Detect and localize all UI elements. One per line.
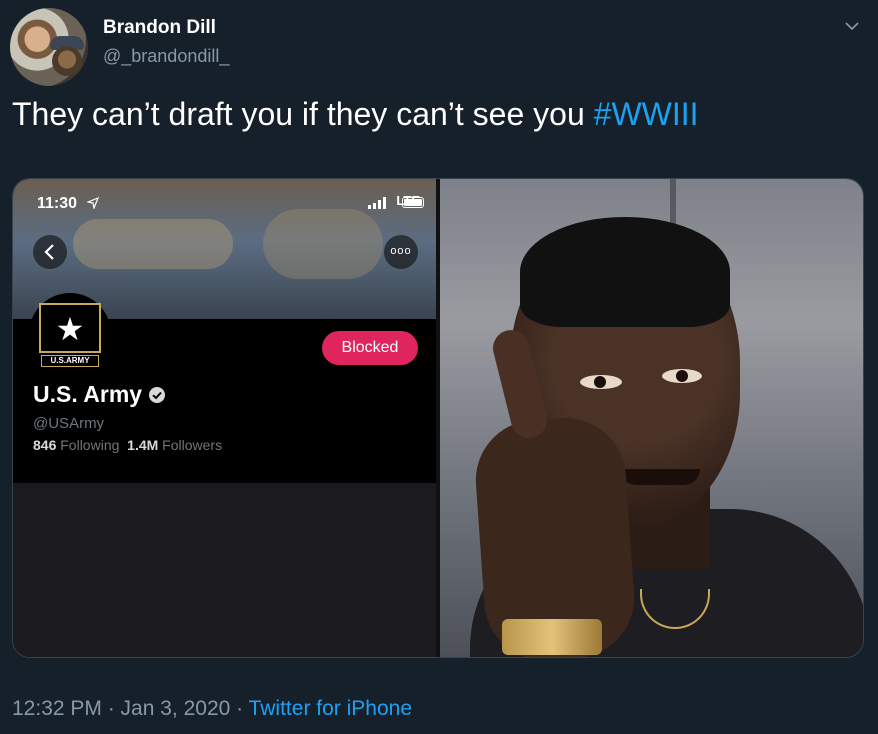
avatar-dog <box>52 46 82 76</box>
following-label: Following <box>56 437 120 453</box>
followers-count: 1.4M <box>127 437 159 453</box>
following-count: 846 <box>33 437 57 453</box>
profile-empty-area <box>13 483 436 657</box>
meme-watch <box>502 619 602 655</box>
banner-blur <box>263 209 383 279</box>
location-arrow-icon <box>87 197 99 209</box>
status-time: 11:30 <box>37 195 78 212</box>
tweet-footer: 12:32 PM · Jan 3, 2020 · Twitter for iPh… <box>12 697 412 721</box>
meme-eye <box>580 375 622 389</box>
media-image-meme[interactable] <box>440 179 863 657</box>
back-arrow-icon <box>33 235 67 269</box>
profile-name: U.S. Army <box>33 381 166 408</box>
meme-hair <box>520 217 730 327</box>
profile-name-text: U.S. Army <box>33 381 143 407</box>
media-image-profile-screenshot[interactable]: 11:30 LTE ooo ★ U.S.ARMY Blocked U.S. Ar… <box>13 179 436 657</box>
army-logo-frame: ★ <box>39 303 101 353</box>
tweet-media[interactable]: 11:30 LTE ooo ★ U.S.ARMY Blocked U.S. Ar… <box>12 178 864 658</box>
tweet-timestamp[interactable]: 12:32 PM · Jan 3, 2020 · <box>12 697 249 720</box>
author-name[interactable]: Brandon Dill <box>103 17 216 39</box>
tweet-source-link[interactable]: Twitter for iPhone <box>249 697 412 720</box>
army-star: ★ <box>55 311 85 347</box>
signal-icon <box>368 197 386 209</box>
banner-blur <box>73 219 233 269</box>
hashtag-link[interactable]: #WWIII <box>594 96 699 132</box>
meme-eye <box>662 369 702 383</box>
meme-mouth <box>620 469 700 485</box>
author-avatar[interactable] <box>10 8 88 86</box>
battery-icon <box>402 197 424 208</box>
tweet-text-main: They can’t draft you if they can’t see y… <box>12 96 594 132</box>
author-handle[interactable]: @_brandondill_ <box>103 46 229 67</box>
army-star-icon: ★ U.S.ARMY <box>29 293 111 375</box>
blocked-button: Blocked <box>322 331 418 365</box>
chevron-down-icon[interactable] <box>844 18 860 34</box>
followers-label: Followers <box>158 437 223 453</box>
tweet-text: They can’t draft you if they can’t see y… <box>12 96 699 133</box>
more-icon: ooo <box>384 235 418 269</box>
army-badge-label: U.S.ARMY <box>41 355 99 367</box>
profile-handle: @USArmy <box>33 415 105 432</box>
verified-badge-icon <box>149 386 166 403</box>
follow-stats: 846 Following 1.4M Followers <box>33 437 222 453</box>
